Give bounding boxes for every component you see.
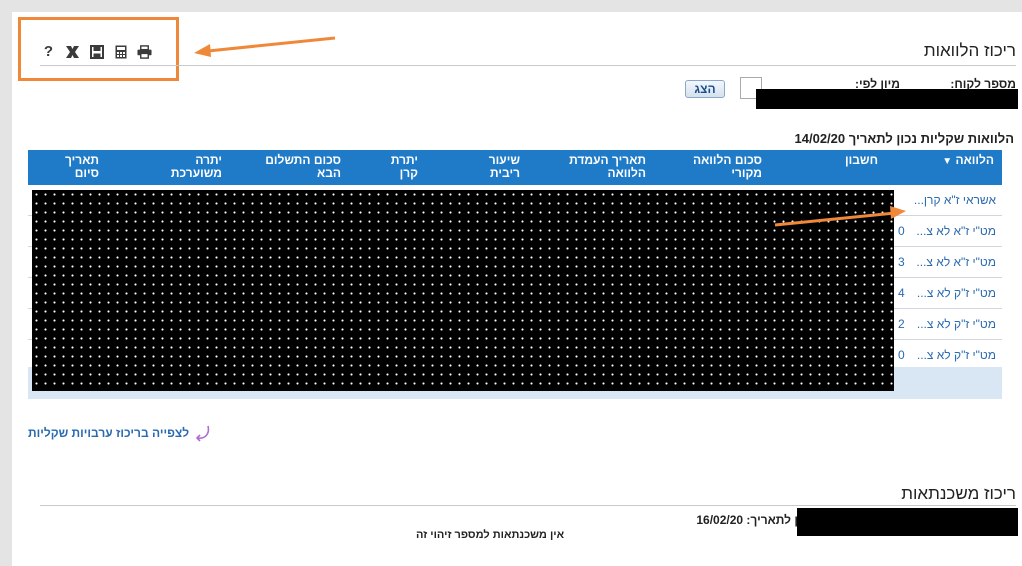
save-icon[interactable] — [89, 44, 104, 59]
loans-divider — [40, 65, 1016, 66]
loan-name[interactable]: מט"י ז"ק לא צ... — [917, 348, 996, 362]
loans-table-header: הלוואה ▼ חשבון סכום הלוואה מקורי תאריך ה… — [28, 150, 1002, 185]
loans-table-caption: הלוואות שקליות נכון לתאריך 14/02/20 — [794, 131, 1014, 146]
toolbar-highlight: ? — [18, 17, 179, 81]
redacted-id — [797, 508, 1018, 536]
calculator-icon[interactable] — [113, 44, 128, 59]
loans-title: ריכוז הלוואות — [923, 41, 1016, 60]
print-icon[interactable] — [137, 44, 152, 59]
annotation-arrow-row — [774, 206, 906, 227]
col-estimated-balance: יתרה משוערכת — [170, 153, 222, 180]
col-next-payment: סכום התשלום הבא — [265, 153, 341, 180]
row-value-fragment: 0 — [898, 348, 905, 362]
col-end-date: תאריך סיום — [64, 153, 99, 180]
redacted-customer-number — [756, 89, 1018, 109]
mortgage-date-label: ן לתאריך: 16/02/20 — [696, 513, 798, 527]
col-loan-label: הלוואה — [955, 153, 994, 167]
annotation-arrow-toolbar — [194, 36, 336, 57]
row-value-fragment: 2 — [898, 317, 905, 331]
loan-name[interactable]: אשראי ז"א קרן... — [914, 193, 996, 207]
toolbar-icons: ? — [41, 43, 152, 60]
col-loan-date: תאריך העמדת הלוואה — [569, 153, 646, 180]
guarantees-link-label[interactable]: לצפייה בריכוז ערבויות שקליות — [28, 426, 189, 440]
help-icon[interactable]: ? — [41, 43, 56, 60]
mortgages-divider — [40, 505, 1016, 506]
col-principal-balance: יתרת קרן — [390, 153, 418, 180]
col-account: חשבון — [845, 153, 878, 167]
row-value-fragment: 4 — [898, 286, 905, 300]
redacted-table-data — [32, 190, 894, 391]
empty-mortgages-note: אין משכנתאות למספר זיהוי זה — [416, 529, 565, 541]
col-interest-rate: שיעור ריבית — [488, 153, 520, 180]
guarantees-link[interactable]: לצפייה בריכוז ערבויות שקליות — [28, 424, 211, 442]
row-value-fragment: 3 — [898, 255, 905, 269]
loan-name[interactable]: מט"י ז"ק לא צ... — [917, 286, 996, 300]
curved-arrow-icon — [195, 425, 210, 442]
mortgages-title: ריכוז משכנתאות — [901, 484, 1016, 503]
show-button[interactable]: הצג — [685, 80, 725, 98]
sort-chevron-icon: ▼ — [942, 156, 953, 167]
col-loan[interactable]: הלוואה ▼ — [942, 154, 994, 168]
loan-name[interactable]: מט"י ז"א לא צ... — [916, 224, 996, 238]
loan-name[interactable]: מט"י ז"א לא צ... — [916, 255, 996, 269]
excel-icon[interactable] — [65, 44, 80, 59]
loan-name[interactable]: מט"י ז"ק לא צ... — [917, 317, 996, 331]
col-original-amount: סכום הלוואה מקורי — [692, 153, 762, 180]
